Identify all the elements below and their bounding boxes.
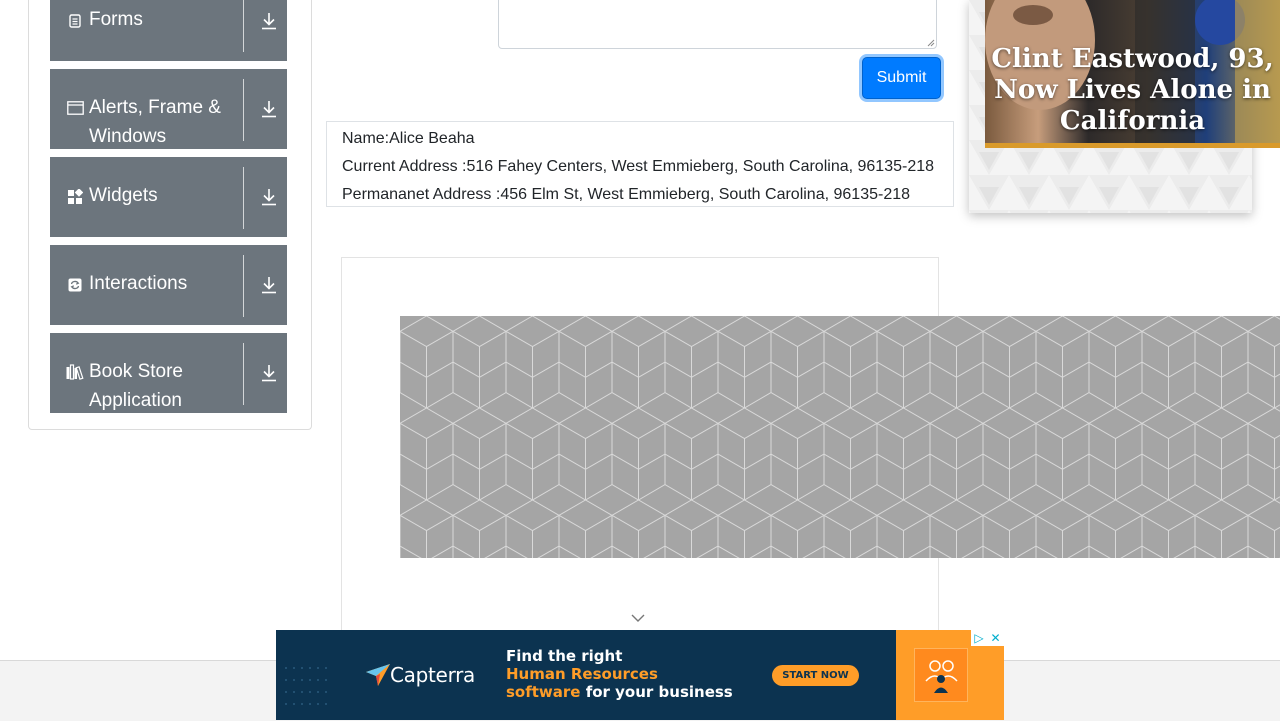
divider <box>243 0 244 52</box>
interactions-icon <box>66 276 84 294</box>
books-icon <box>66 363 84 381</box>
sidebar-group-label: Forms <box>89 9 143 30</box>
window-icon <box>66 99 84 117</box>
adchoices[interactable]: ▷ ✕ <box>971 630 1004 646</box>
download-arrow-icon[interactable] <box>259 98 279 120</box>
sidebar-group-label: Book Store Application <box>89 361 183 411</box>
adchoices-play-icon[interactable]: ▷ <box>974 631 983 645</box>
sidebar-group-label: Interactions <box>89 273 188 294</box>
divider <box>243 343 244 405</box>
ad-photo-border <box>985 143 1280 148</box>
permanent-address-textarea[interactable] <box>498 0 937 49</box>
sidebar-group-alerts-frame-windows[interactable]: Alerts, Frame & Windows <box>50 69 287 149</box>
start-now-button[interactable]: START NOW <box>772 665 859 686</box>
divider <box>243 167 244 229</box>
close-icon[interactable]: ✕ <box>991 631 1001 645</box>
ad-line-3-rest: for your business <box>580 683 733 701</box>
sidebar-group-label: Widgets <box>89 185 158 206</box>
people-icon <box>914 648 968 702</box>
form-icon <box>66 12 84 30</box>
output-current-address: Current Address :516 Fahey Centers, West… <box>342 158 935 175</box>
download-arrow-icon[interactable] <box>259 274 279 296</box>
ad-line-3-highlight: software <box>506 683 581 701</box>
submit-button[interactable]: Submit <box>862 57 941 99</box>
capterra-brand: Capterra <box>390 663 476 687</box>
ad-bottom-banner[interactable]: Capterra Find the right Human Resources … <box>276 630 1004 720</box>
download-arrow-icon[interactable] <box>259 186 279 208</box>
sidebar-group-interactions[interactable]: Interactions <box>50 245 287 325</box>
capterra-logo-icon <box>366 664 390 686</box>
download-arrow-icon[interactable] <box>259 10 279 32</box>
dot-pattern <box>285 667 327 705</box>
output-box: Name:Alice Beaha Current Address :516 Fa… <box>326 121 954 207</box>
pattern-banner <box>400 316 1280 558</box>
ad-headline[interactable]: Clint Eastwood, 93, Now Lives Alone in C… <box>985 44 1280 137</box>
ad-line-1: Find the right <box>506 647 623 665</box>
output-permanent-address: Permananet Address :456 Elm St, West Emm… <box>342 186 911 203</box>
cube-pattern <box>400 316 1280 558</box>
chevron-down-icon[interactable] <box>630 612 646 624</box>
divider <box>243 79 244 141</box>
widgets-icon <box>66 188 84 206</box>
sidebar-group-forms[interactable]: Forms <box>50 0 287 61</box>
output-name: Name:Alice Beaha <box>342 130 475 147</box>
ad-line-3: software for your business <box>506 683 733 701</box>
sidebar-group-label: Alerts, Frame & Windows <box>89 97 221 147</box>
sidebar-group-book-store[interactable]: Book Store Application <box>50 333 287 413</box>
resize-grip-icon[interactable] <box>927 39 935 47</box>
ad-line-2: Human Resources <box>506 665 658 683</box>
download-arrow-icon[interactable] <box>259 362 279 384</box>
sidebar-group-widgets[interactable]: Widgets <box>50 157 287 237</box>
divider <box>243 255 244 317</box>
